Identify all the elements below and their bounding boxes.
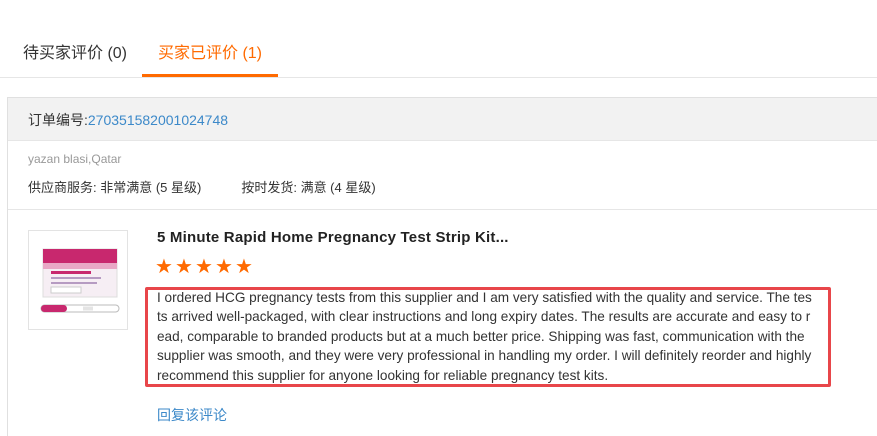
order-number-link[interactable]: 270351582001024748 xyxy=(88,112,228,128)
review-tabs: 待买家评价 (0) 买家已评价 (1) xyxy=(0,0,877,78)
star-icon: ★ xyxy=(235,256,253,278)
review-card: 订单编号:270351582001024748 yazan blasi,Qata… xyxy=(7,97,877,436)
star-icon: ★ xyxy=(215,256,233,278)
supplier-service-rating: 供应商服务: 非常满意 (5 星级) xyxy=(28,180,202,195)
seller-ratings: 供应商服务: 非常满意 (5 星级) 按时发货: 满意 (4 星级) xyxy=(28,177,376,196)
review-text: I ordered HCG pregnancy tests from this … xyxy=(157,290,812,383)
star-rating: ★ ★ ★ ★ ★ xyxy=(155,256,254,278)
order-number-label: 订单编号: xyxy=(28,112,88,128)
active-tab-indicator xyxy=(142,74,278,77)
star-icon: ★ xyxy=(155,256,173,278)
tab-reviewed[interactable]: 买家已评价 (1) xyxy=(158,44,262,64)
product-thumbnail[interactable] xyxy=(28,230,128,330)
star-icon: ★ xyxy=(195,256,213,278)
pregnancy-test-kit-image xyxy=(29,231,127,329)
shipping-rating: 按时发货: 满意 (4 星级) xyxy=(241,180,376,195)
tab-pending-review[interactable]: 待买家评价 (0) xyxy=(23,44,127,64)
product-title-link[interactable]: 5 Minute Rapid Home Pregnancy Test Strip… xyxy=(157,229,509,246)
reply-to-review-link[interactable]: 回复该评论 xyxy=(157,405,227,425)
star-icon: ★ xyxy=(175,256,193,278)
order-header: 订单编号:270351582001024748 xyxy=(8,98,877,141)
order-number-row: 订单编号:270351582001024748 xyxy=(28,110,228,130)
buyer-name: yazan blasi,Qatar xyxy=(28,152,122,166)
divider xyxy=(8,209,877,210)
